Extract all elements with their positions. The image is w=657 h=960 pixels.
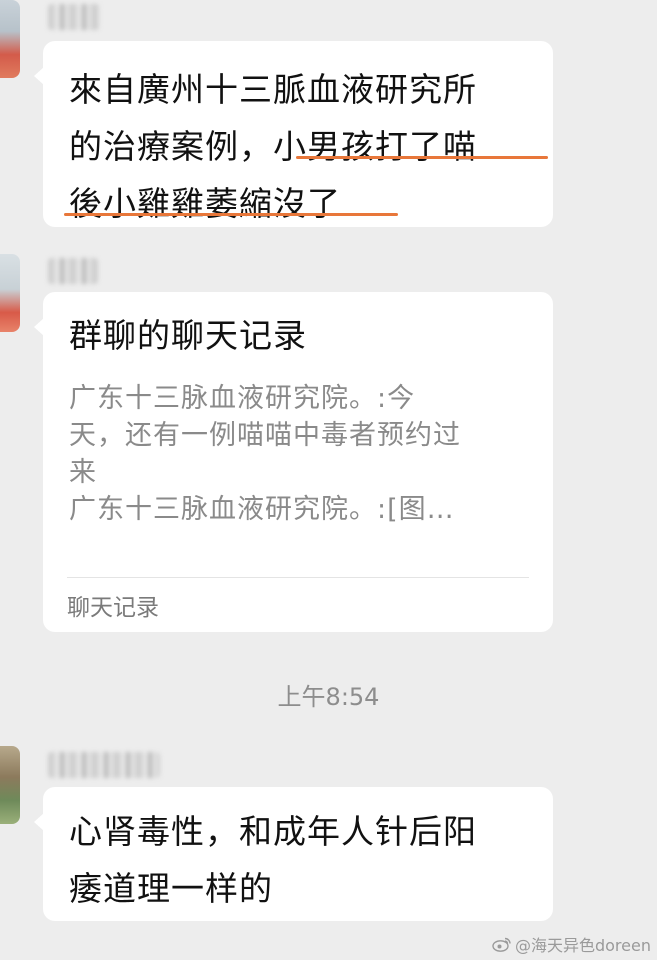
card-summary: 广东十三脉血液研究院。:今 天，还有一例喵喵中毒者预约过 来 广东十三脉血液研究… [69,383,461,525]
avatar[interactable] [0,0,20,78]
weibo-icon [492,937,511,952]
chat-history-card[interactable]: 群聊的聊天记录 广东十三脉血液研究院。:今 天，还有一例喵喵中毒者预约过 来 广… [34,292,553,632]
message-bubble[interactable]: 來自廣州十三脈血液研究所 的治療案例，小男孩打了喵 後小雞雞萎縮沒了 [34,41,553,227]
highlight-underline [296,156,548,159]
card-title: 群聊的聊天记录 [69,316,307,355]
message-text: 心肾毒性，和成年人针后阳 痿道理一样的 [69,812,477,908]
sender-name-blurred [48,258,98,284]
avatar[interactable] [0,746,20,824]
avatar[interactable] [0,254,20,332]
card-divider [67,577,529,578]
message-text: 來自廣州十三脈血液研究所 的治療案例，小男孩打了喵 後小雞雞萎縮沒了 [69,70,477,223]
card-footer-label: 聊天记录 [67,595,159,621]
message-timestamp: 上午8:54 [277,683,380,711]
watermark: @海天异色doreen [492,932,651,956]
message-bubble[interactable]: 心肾毒性，和成年人针后阳 痿道理一样的 [34,787,553,921]
highlight-underline [64,213,398,216]
sender-name-blurred [48,752,160,778]
watermark-text: @海天异色doreen [514,936,651,955]
sender-name-blurred [48,4,100,30]
